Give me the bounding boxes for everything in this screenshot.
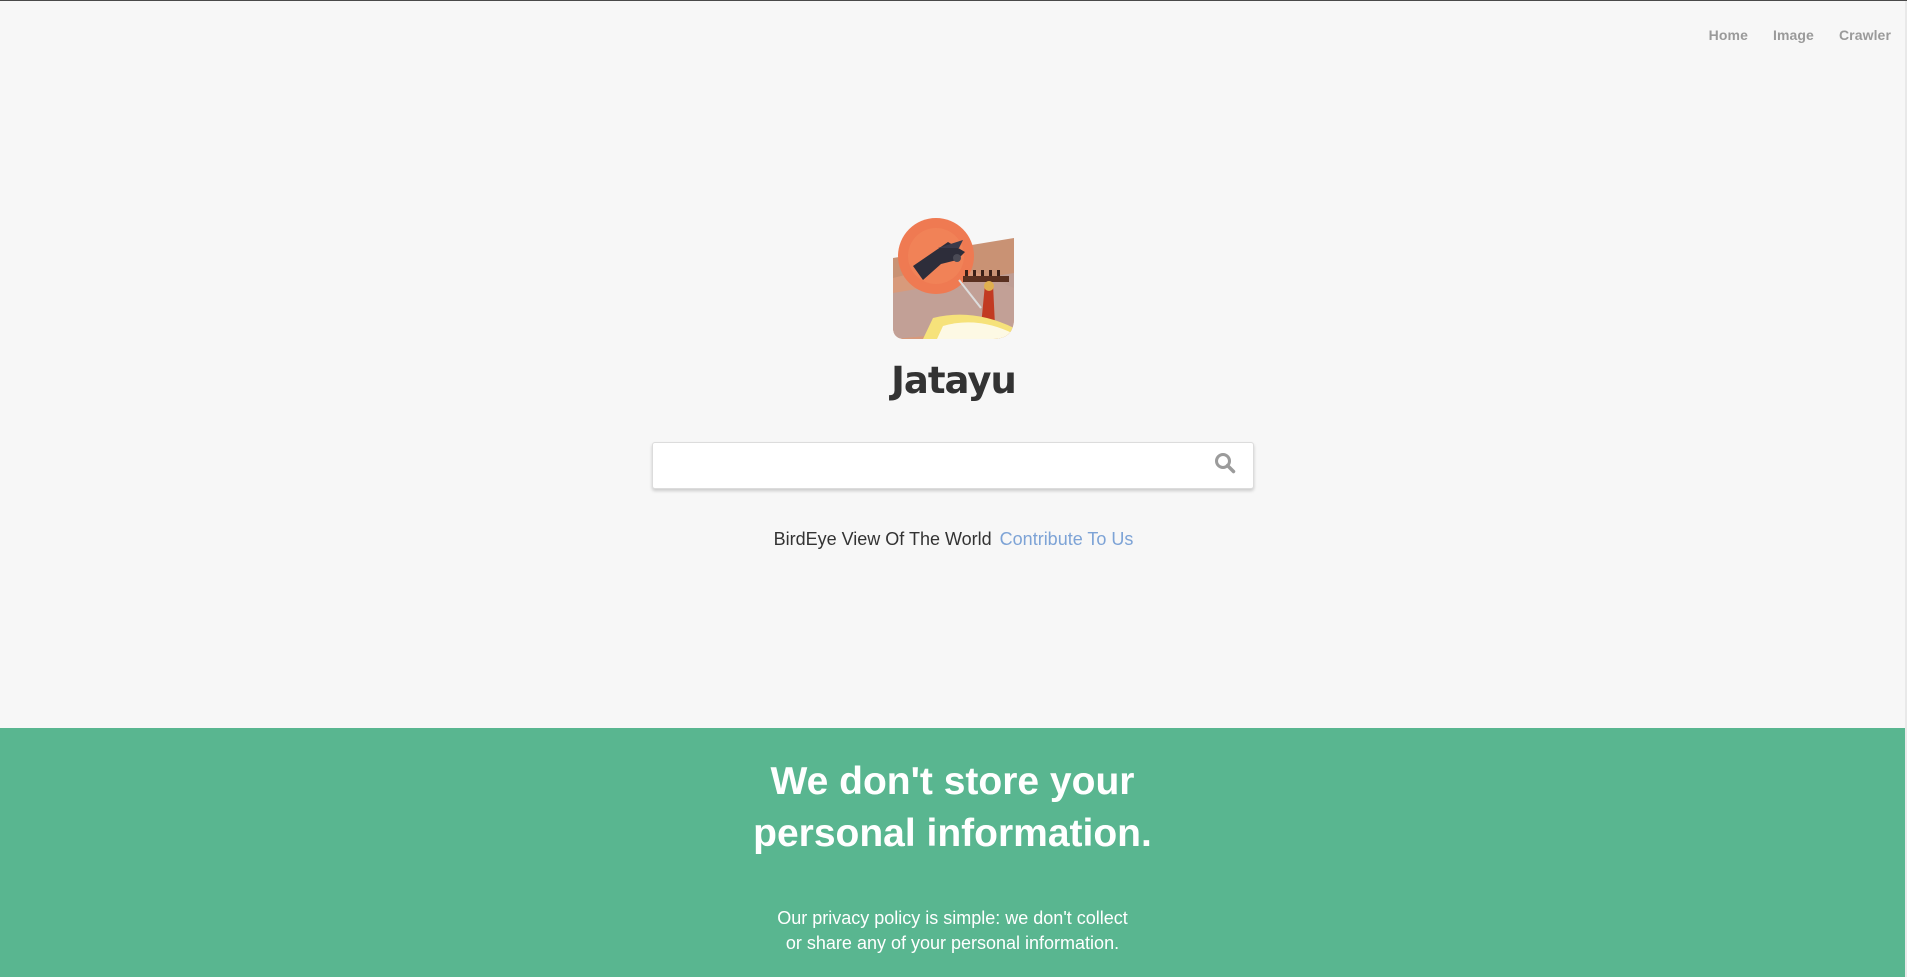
search-input[interactable] [653, 443, 1193, 488]
privacy-text-line-2: or share any of your personal informatio… [785, 933, 1120, 953]
privacy-banner: We don't store your personal information… [0, 728, 1905, 977]
privacy-title: We don't store your personal information… [0, 756, 1905, 860]
hero-section: Jatayu BirdEye View Of The World Contribu… [0, 1, 1907, 728]
search-icon [1214, 452, 1236, 479]
privacy-title-line-1: We don't store your [770, 760, 1135, 803]
jatayu-bird-logo-icon [893, 218, 1014, 339]
tagline-text: BirdEye View Of The World [773, 529, 992, 549]
tagline-row: BirdEye View Of The World Contribute To U… [0, 529, 1907, 550]
search-box [652, 442, 1254, 489]
privacy-text: Our privacy policy is simple: we don't c… [0, 906, 1905, 956]
brand-title: Jatayu [891, 359, 1017, 402]
privacy-text-line-1: Our privacy policy is simple: we don't c… [777, 908, 1128, 928]
privacy-title-line-2: personal information. [753, 812, 1152, 855]
page: Home Image Crawler Jatayu BirdEye View O… [0, 0, 1907, 977]
search-button[interactable] [1197, 443, 1253, 488]
contribute-link[interactable]: Contribute To Us [1000, 529, 1134, 549]
